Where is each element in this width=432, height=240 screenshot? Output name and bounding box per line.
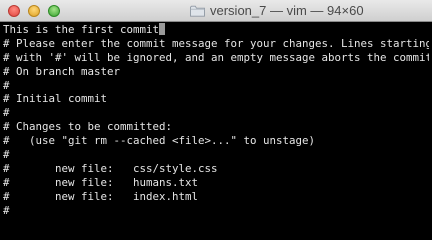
editor-line[interactable]: # (use "git rm --cached <file>..." to un… (3, 134, 429, 148)
editor-line[interactable]: # Initial commit (3, 92, 429, 106)
close-window-button[interactable] (8, 5, 20, 17)
folder-icon (190, 5, 205, 17)
window-title-group: version_7 — vim — 94×60 (190, 0, 364, 21)
editor-line[interactable]: # (3, 148, 429, 162)
text-cursor (159, 23, 166, 35)
window-title: version_7 — vim — 94×60 (210, 3, 364, 18)
title-bar[interactable]: version_7 — vim — 94×60 (0, 0, 432, 22)
terminal-window: version_7 — vim — 94×60 This is the firs… (0, 0, 432, 226)
editor-line[interactable]: # On branch master (3, 65, 429, 79)
editor-line[interactable]: # (3, 204, 429, 218)
editor-line[interactable]: # Changes to be committed: (3, 120, 429, 134)
editor-line[interactable]: # new file: css/style.css (3, 162, 429, 176)
editor-line[interactable]: # new file: index.html (3, 190, 429, 204)
editor-line[interactable]: # (3, 106, 429, 120)
editor-line[interactable]: # (3, 79, 429, 93)
editor-line[interactable]: # with '#' will be ignored, and an empty… (3, 51, 429, 65)
zoom-window-button[interactable] (48, 5, 60, 17)
editor-line[interactable]: # new file: humans.txt (3, 176, 429, 190)
vim-editor[interactable]: This is the first commit # Please enter … (3, 23, 429, 226)
editor-line[interactable]: # Please enter the commit message for yo… (3, 37, 429, 51)
line-text: This is the first commit (3, 23, 160, 36)
editor-line-commit-message[interactable]: This is the first commit (3, 23, 429, 37)
minimize-window-button[interactable] (28, 5, 40, 17)
